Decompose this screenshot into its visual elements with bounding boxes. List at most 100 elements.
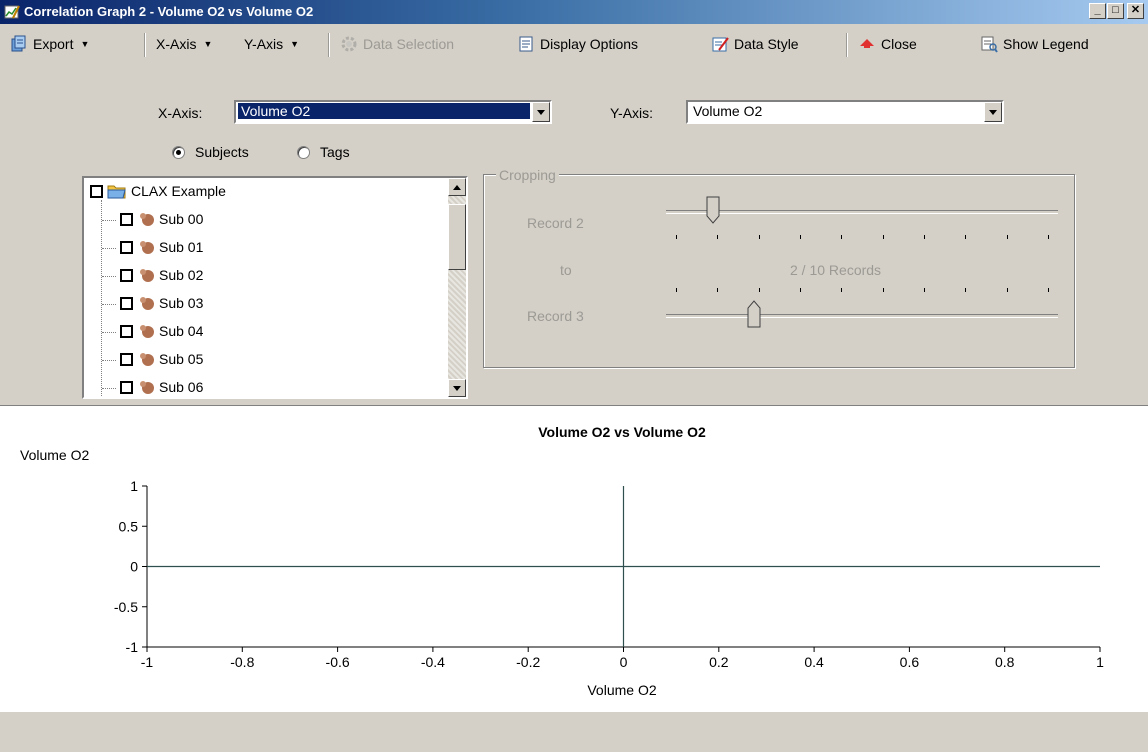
scroll-up-button[interactable]	[448, 178, 466, 196]
subject-icon	[140, 213, 154, 226]
data-selection-button[interactable]: Data Selection	[340, 32, 454, 56]
export-icon	[11, 35, 26, 52]
x-axis-menu-button[interactable]: X-Axis ▼	[156, 32, 212, 56]
slider-tick	[1006, 288, 1008, 292]
x-tick-label: 0.6	[900, 654, 920, 670]
status-bar	[0, 711, 1148, 752]
slider-tick	[717, 235, 719, 239]
crop-start-label: Record 2	[527, 215, 584, 231]
minimize-button[interactable]: _	[1089, 3, 1106, 19]
slider-tick	[800, 235, 801, 239]
export-label: Export	[33, 36, 74, 52]
tree-item-label: Sub 02	[159, 267, 204, 283]
subject-tree[interactable]: CLAX Example Sub 00 Sub 01 Sub 02 Sub 03…	[82, 176, 468, 399]
x-tick-label: 0.2	[709, 654, 729, 670]
x-tick-label: 0.8	[995, 654, 1015, 670]
scroll-thumb[interactable]	[448, 204, 466, 270]
tree-connector	[102, 360, 116, 361]
chevron-down-icon[interactable]	[532, 102, 550, 122]
y-tick-label: -1	[126, 639, 139, 655]
chart-title: Volume O2 vs Volume O2	[538, 424, 706, 440]
slider-tick	[717, 288, 719, 292]
export-menu-button[interactable]: Export ▼	[10, 32, 89, 56]
root-checkbox[interactable]	[90, 184, 103, 198]
chevron-down-icon: ▼	[290, 39, 300, 49]
display-options-button[interactable]: Display Options	[517, 32, 638, 56]
tree-item[interactable]: Sub 05	[120, 346, 203, 372]
data-style-button[interactable]: Data Style	[711, 32, 799, 56]
slider-track[interactable]	[666, 210, 1058, 214]
close-arrow-icon	[860, 39, 874, 48]
title-bar[interactable]: Correlation Graph 2 - Volume O2 vs Volum…	[0, 0, 1148, 24]
chevron-down-icon: ▼	[203, 39, 213, 49]
gear-icon	[341, 36, 357, 52]
subject-icon	[140, 297, 154, 310]
x-tick-label: 1	[1096, 654, 1104, 670]
x-axis-select-value: Volume O2	[238, 103, 530, 119]
tree-connector	[102, 388, 116, 389]
toolbar-separator	[328, 33, 330, 57]
slider-tick	[841, 288, 843, 292]
chart-panel: Volume O2 vs Volume O2 Volume O2 Volume O2…	[0, 405, 1148, 712]
show-legend-button[interactable]: Show Legend	[980, 32, 1089, 56]
subject-checkbox[interactable]	[120, 352, 133, 366]
chevron-down-icon[interactable]	[984, 102, 1002, 122]
maximize-button[interactable]: □	[1107, 3, 1124, 19]
x-tick-label: -0.2	[516, 654, 540, 670]
x-tick-label: -0.4	[421, 654, 445, 670]
slider-tick	[758, 235, 760, 239]
x-axis-select[interactable]: Volume O2	[234, 100, 552, 124]
subject-icon	[140, 353, 154, 366]
slider-thumb[interactable]	[747, 300, 761, 328]
x-axis-title: Volume O2	[587, 682, 656, 698]
close-label: Close	[881, 36, 917, 52]
x-tick-label: 0	[620, 654, 628, 670]
slider-tick	[758, 288, 760, 292]
scroll-down-button[interactable]	[448, 379, 466, 397]
correlation-graph-window: Correlation Graph 2 - Volume O2 vs Volum…	[0, 0, 1148, 752]
close-window-button[interactable]: ✕	[1127, 3, 1144, 19]
data-style-label: Data Style	[734, 36, 799, 52]
tree-item[interactable]: Sub 01	[120, 234, 203, 260]
slider-thumb[interactable]	[706, 196, 720, 224]
subject-checkbox[interactable]	[120, 268, 133, 282]
slider-tick	[882, 235, 884, 239]
correlation-chart: Volume O2 vs Volume O2 Volume O2 Volume O2…	[20, 424, 1104, 698]
toolbar-separator	[846, 33, 848, 57]
tree-item-label: Sub 01	[159, 239, 204, 255]
tags-radio-label[interactable]: Tags	[320, 144, 350, 160]
y-axis-select[interactable]: Volume O2	[686, 100, 1004, 124]
close-button[interactable]: Close	[858, 32, 917, 56]
tree-root-item[interactable]: CLAX Example	[90, 178, 226, 204]
tree-scrollbar[interactable]	[448, 178, 466, 397]
y-tick-label: 0.5	[119, 518, 139, 534]
chart-pencil-icon	[4, 5, 20, 19]
slider-track[interactable]	[666, 314, 1058, 318]
subjects-radio-label[interactable]: Subjects	[195, 144, 249, 160]
tags-radio[interactable]	[297, 146, 310, 159]
x-tick-label: -0.6	[326, 654, 350, 670]
subject-checkbox[interactable]	[120, 380, 133, 394]
slider-tick	[800, 288, 801, 292]
slider-tick	[676, 288, 677, 292]
y-tick-label: 1	[130, 478, 138, 494]
tree-item[interactable]: Sub 03	[120, 290, 203, 316]
tree-item[interactable]: Sub 06	[120, 374, 203, 397]
y-tick-label: -0.5	[114, 599, 138, 615]
y-axis-menu-button[interactable]: Y-Axis ▼	[244, 32, 299, 56]
data-selection-label: Data Selection	[363, 36, 455, 52]
slider-tick	[882, 288, 884, 292]
data-style-icon	[712, 37, 729, 52]
subject-checkbox[interactable]	[120, 296, 133, 310]
subject-checkbox[interactable]	[120, 212, 133, 226]
tree-item[interactable]: Sub 00	[120, 206, 203, 232]
subjects-radio[interactable]	[172, 146, 185, 159]
subject-icon	[140, 269, 154, 282]
subject-checkbox[interactable]	[120, 240, 133, 254]
subject-checkbox[interactable]	[120, 324, 133, 338]
y-axis-select-value: Volume O2	[693, 103, 763, 119]
tree-item[interactable]: Sub 04	[120, 318, 203, 344]
subject-icon	[140, 381, 154, 394]
y-axis-title: Volume O2	[20, 447, 89, 463]
tree-item[interactable]: Sub 02	[120, 262, 203, 288]
